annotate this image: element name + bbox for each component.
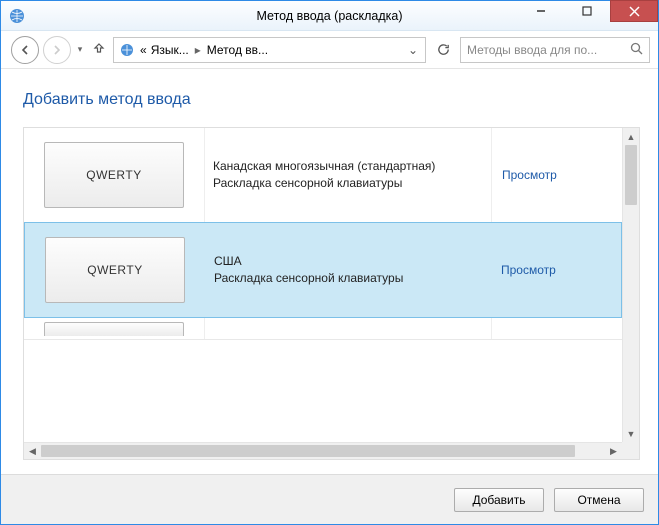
search-icon[interactable] [627, 42, 645, 58]
scroll-left-icon[interactable]: ◀ [24, 443, 41, 459]
nav-row: ▾ « Язык... ▸ Метод вв... ⌄ [1, 31, 658, 69]
add-button[interactable]: Добавить [454, 488, 544, 512]
preview-link[interactable]: Просмотр [502, 168, 557, 182]
list-item[interactable]: QWERTY СШАРаскладка сенсорной клавиатуры П… [24, 222, 622, 318]
scroll-down-icon[interactable]: ▼ [623, 425, 639, 442]
scroll-thumb[interactable] [625, 145, 637, 205]
search-box[interactable] [460, 37, 650, 63]
keyboard-thumbnail: QWERTY [44, 142, 184, 208]
description-cell: СШАРаскладка сенсорной клавиатуры [205, 223, 491, 317]
scroll-up-icon[interactable]: ▲ [623, 128, 639, 145]
breadcrumb-prefix: « [140, 43, 147, 57]
minimize-button[interactable] [518, 0, 564, 22]
forward-button[interactable] [43, 36, 71, 64]
page-title: Добавить метод ввода [23, 91, 640, 109]
list-item[interactable] [24, 318, 622, 340]
address-bar[interactable]: « Язык... ▸ Метод вв... ⌄ [113, 37, 426, 63]
preview-link[interactable]: Просмотр [501, 263, 556, 277]
layout-subtitle: Раскладка сенсорной клавиатуры [214, 270, 482, 287]
window-controls [518, 1, 658, 30]
breadcrumb-item[interactable]: Язык... [151, 43, 189, 57]
thumbnail-cell: QWERTY [24, 128, 204, 222]
address-dropdown[interactable]: ⌄ [403, 43, 423, 57]
preview-cell: Просмотр [492, 128, 622, 222]
scroll-thumb[interactable] [41, 445, 575, 457]
layout-name: США [214, 253, 482, 270]
titlebar: Метод ввода (раскладка) [1, 1, 658, 31]
close-button[interactable] [610, 0, 658, 22]
location-icon [118, 41, 136, 59]
back-button[interactable] [11, 36, 39, 64]
vertical-scrollbar[interactable]: ▲ ▼ [622, 128, 639, 442]
thumbnail-cell: QWERTY [25, 223, 205, 317]
horizontal-scrollbar[interactable]: ◀ ▶ [24, 442, 622, 459]
scroll-corner [622, 442, 639, 459]
up-button[interactable] [89, 41, 109, 58]
refresh-button[interactable] [430, 37, 456, 63]
scroll-right-icon[interactable]: ▶ [605, 443, 622, 459]
list-item[interactable]: QWERTY Канадская многоязычная (стандартна… [24, 128, 622, 223]
preview-cell: Просмотр [491, 223, 621, 317]
app-icon [7, 6, 27, 26]
chevron-right-icon: ▸ [193, 43, 203, 57]
maximize-button[interactable] [564, 0, 610, 22]
layout-name: Канадская многоязычная (стандартная) [213, 158, 483, 175]
history-dropdown[interactable]: ▾ [75, 44, 85, 55]
description-cell: Канадская многоязычная (стандартная)Раск… [204, 128, 492, 222]
button-bar: Добавить Отмена [1, 474, 658, 524]
keyboard-thumbnail: QWERTY [45, 237, 185, 303]
search-input[interactable] [465, 42, 627, 58]
content: Добавить метод ввода QWERTY Канадская мно… [1, 69, 658, 460]
breadcrumb-item[interactable]: Метод вв... [207, 43, 268, 57]
cancel-button[interactable]: Отмена [554, 488, 644, 512]
layout-subtitle: Раскладка сенсорной клавиатуры [213, 175, 483, 192]
window: Метод ввода (раскладка) ▾ « Язык... ▸ Ме… [0, 0, 659, 525]
layout-list: QWERTY Канадская многоязычная (стандартна… [23, 127, 640, 460]
